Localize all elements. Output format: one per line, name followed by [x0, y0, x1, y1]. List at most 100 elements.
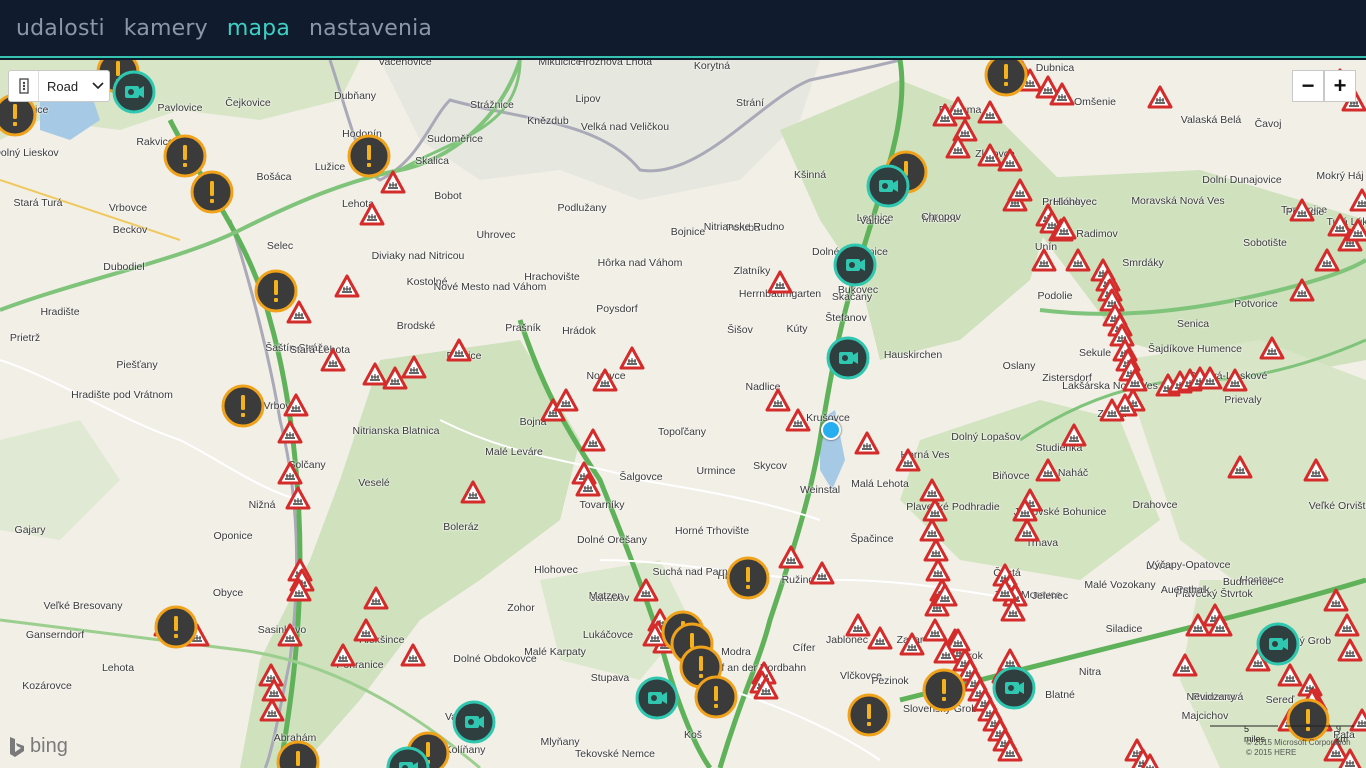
- incident-alert-icon[interactable]: [154, 605, 198, 649]
- incident-alert-icon[interactable]: [190, 170, 234, 214]
- incident-alert-icon[interactable]: [847, 693, 891, 737]
- nav-kamery[interactable]: kamery: [124, 16, 208, 41]
- town-label: Tovarníky: [579, 499, 625, 511]
- traffic-camera-icon[interactable]: [635, 676, 679, 720]
- hazard-warning-icon[interactable]: [1049, 82, 1075, 106]
- hazard-warning-icon[interactable]: [334, 274, 360, 298]
- incident-alert-icon[interactable]: [984, 60, 1028, 97]
- hazard-warning-icon[interactable]: [1289, 198, 1315, 222]
- hazard-warning-icon[interactable]: [1065, 248, 1091, 272]
- traffic-camera-icon[interactable]: [866, 164, 910, 208]
- incident-alert-icon[interactable]: [726, 556, 770, 600]
- hazard-warning-icon[interactable]: [553, 388, 579, 412]
- hazard-warning-icon[interactable]: [1031, 248, 1057, 272]
- hazard-warning-icon[interactable]: [785, 408, 811, 432]
- hazard-warning-icon[interactable]: [1197, 366, 1223, 390]
- hazard-warning-icon[interactable]: [633, 578, 659, 602]
- nav-mapa[interactable]: mapa: [227, 16, 290, 41]
- zoom-out-button[interactable]: −: [1292, 70, 1324, 102]
- hazard-warning-icon[interactable]: [1099, 398, 1125, 422]
- hazard-warning-icon[interactable]: [1185, 613, 1211, 637]
- hazard-warning-icon[interactable]: [1289, 278, 1315, 302]
- hazard-warning-icon[interactable]: [592, 368, 618, 392]
- hazard-warning-icon[interactable]: [580, 428, 606, 452]
- hazard-warning-icon[interactable]: [1337, 638, 1363, 662]
- hazard-warning-icon[interactable]: [259, 698, 285, 722]
- incident-alert-icon[interactable]: [694, 675, 738, 719]
- hazard-warning-icon[interactable]: [1007, 178, 1033, 202]
- hazard-warning-icon[interactable]: [283, 393, 309, 417]
- hazard-warning-icon[interactable]: [778, 545, 804, 569]
- traffic-camera-icon[interactable]: [826, 336, 870, 380]
- hazard-warning-icon[interactable]: [1061, 423, 1087, 447]
- hazard-warning-icon[interactable]: [1014, 518, 1040, 542]
- hazard-warning-icon[interactable]: [945, 135, 971, 159]
- traffic-camera-icon[interactable]: [386, 746, 430, 768]
- hazard-warning-icon[interactable]: [400, 643, 426, 667]
- traffic-camera-icon[interactable]: [992, 666, 1036, 710]
- hazard-warning-icon[interactable]: [277, 461, 303, 485]
- hazard-warning-icon[interactable]: [1051, 216, 1077, 240]
- hazard-warning-icon[interactable]: [320, 348, 346, 372]
- incident-alert-icon[interactable]: [221, 384, 265, 428]
- hazard-warning-icon[interactable]: [1259, 336, 1285, 360]
- hazard-warning-icon[interactable]: [977, 100, 1003, 124]
- hazard-warning-icon[interactable]: [933, 640, 959, 664]
- hazard-warning-icon[interactable]: [1323, 588, 1349, 612]
- hazard-warning-icon[interactable]: [992, 578, 1018, 602]
- hazard-warning-icon[interactable]: [401, 355, 427, 379]
- hazard-warning-icon[interactable]: [619, 346, 645, 370]
- hazard-warning-icon[interactable]: [363, 586, 389, 610]
- incident-alert-icon[interactable]: [254, 269, 298, 313]
- incident-alert-icon[interactable]: [922, 668, 966, 712]
- hazard-warning-icon[interactable]: [446, 338, 472, 362]
- traffic-camera-icon[interactable]: [1256, 622, 1300, 666]
- hazard-warning-icon[interactable]: [997, 738, 1023, 762]
- town-label: Prašník: [505, 322, 541, 334]
- incident-alert-icon[interactable]: [276, 740, 320, 768]
- hazard-warning-icon[interactable]: [286, 578, 312, 602]
- hazard-warning-icon[interactable]: [460, 480, 486, 504]
- hazard-warning-icon[interactable]: [895, 448, 921, 472]
- hazard-warning-icon[interactable]: [1349, 188, 1366, 212]
- hazard-warning-icon[interactable]: [997, 148, 1023, 172]
- hazard-warning-icon[interactable]: [1137, 753, 1163, 768]
- hazard-warning-icon[interactable]: [359, 202, 385, 226]
- hazard-warning-icon[interactable]: [277, 623, 303, 647]
- map-style-select[interactable]: Road: [8, 70, 110, 102]
- hazard-warning-icon[interactable]: [1227, 455, 1253, 479]
- hazard-warning-icon[interactable]: [1303, 458, 1329, 482]
- town-label: Kolíňany: [444, 744, 486, 756]
- top-navigation: udalosti kamery mapa nastavenia: [0, 0, 1366, 58]
- hazard-warning-icon[interactable]: [330, 643, 356, 667]
- town-label: Beckov: [112, 224, 148, 236]
- nav-nastavenia[interactable]: nastavenia: [309, 16, 432, 41]
- traffic-camera-icon[interactable]: [452, 700, 496, 744]
- traffic-camera-icon[interactable]: [833, 243, 877, 287]
- layers-icon[interactable]: [9, 71, 39, 101]
- hazard-warning-icon[interactable]: [932, 583, 958, 607]
- incident-alert-icon[interactable]: [347, 134, 391, 178]
- hazard-warning-icon[interactable]: [767, 270, 793, 294]
- town-label: Bobot: [434, 190, 462, 202]
- zoom-in-button[interactable]: +: [1324, 70, 1356, 102]
- map-canvas[interactable]: Vacenovice Mikulčice Hroznová Lhota Korytná…: [0, 60, 1366, 768]
- hazard-warning-icon[interactable]: [353, 618, 379, 642]
- hazard-warning-icon[interactable]: [867, 626, 893, 650]
- hazard-warning-icon[interactable]: [1147, 85, 1173, 109]
- town-label: Nižná: [248, 499, 276, 511]
- traffic-camera-icon[interactable]: [112, 70, 156, 114]
- hazard-warning-icon[interactable]: [809, 561, 835, 585]
- nav-udalosti[interactable]: udalosti: [16, 16, 105, 41]
- hazard-warning-icon[interactable]: [277, 420, 303, 444]
- hazard-warning-icon[interactable]: [1345, 218, 1366, 242]
- town-label: Stupava: [590, 672, 630, 684]
- hazard-warning-icon[interactable]: [1334, 613, 1360, 637]
- hazard-warning-icon[interactable]: [1035, 458, 1061, 482]
- hazard-warning-icon[interactable]: [854, 431, 880, 455]
- hazard-warning-icon[interactable]: [1172, 653, 1198, 677]
- hazard-warning-icon[interactable]: [1222, 368, 1248, 392]
- hazard-warning-icon[interactable]: [753, 676, 779, 700]
- hazard-warning-icon[interactable]: [575, 473, 601, 497]
- hazard-warning-icon[interactable]: [285, 486, 311, 510]
